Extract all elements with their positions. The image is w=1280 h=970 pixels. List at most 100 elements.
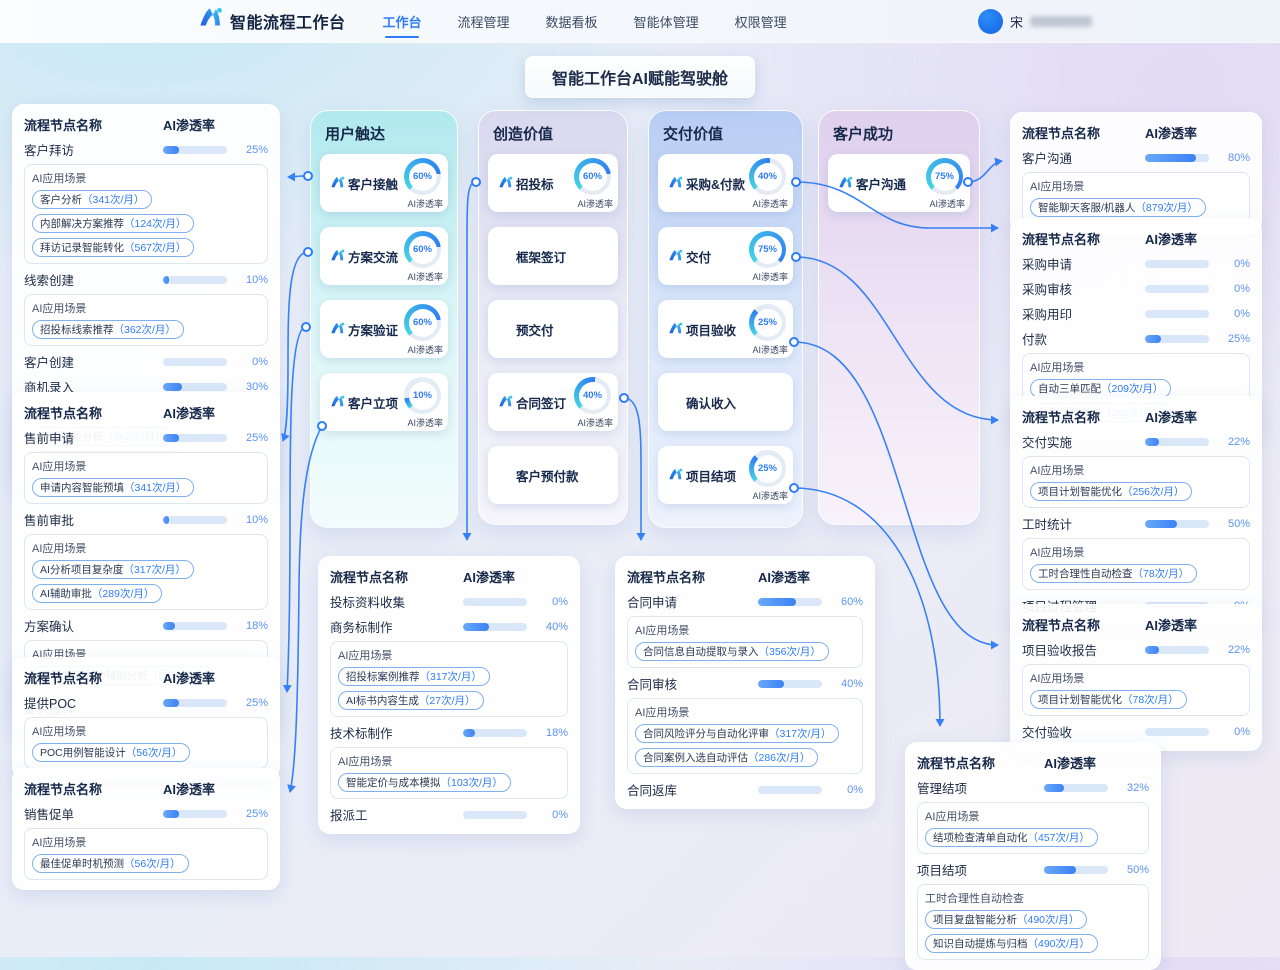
process-node-name: 客户沟通 bbox=[1022, 148, 1140, 167]
column-header-ai-rate: AI渗透率 bbox=[163, 403, 268, 422]
scenario-tag: 项目计划智能优化（256次/月） bbox=[1030, 482, 1192, 501]
nav-tab[interactable]: 数据看板 bbox=[543, 0, 601, 44]
ai-penetration-gauge: 75% bbox=[926, 158, 963, 195]
penetration-value: 60% bbox=[827, 596, 863, 608]
scenario-tag: 拜访记录智能转化（567次/月） bbox=[32, 238, 194, 257]
flow-node-card[interactable]: 客户预付款 bbox=[488, 446, 618, 504]
ai-penetration-gauge: 60% bbox=[404, 158, 441, 195]
ai-scenario-box: AI应用场景 智能聊天客服/机器人（879次/月） bbox=[1022, 172, 1250, 224]
column-header-node-name: 流程节点名称 bbox=[330, 567, 458, 586]
scenario-tag-text: 申请内容智能预填 bbox=[40, 480, 124, 495]
penetration-value: 10% bbox=[232, 274, 268, 286]
stage-title: 客户成功 bbox=[819, 111, 979, 154]
scenario-tags: 招投标案例推荐（317次/月）AI标书内容生成（27次/月） bbox=[338, 667, 560, 710]
flow-node-card[interactable]: 合同签订 40% AI渗透率 bbox=[488, 373, 618, 431]
column-header-node-name: 流程节点名称 bbox=[1022, 229, 1140, 248]
scenario-box-label: AI应用场景 bbox=[1030, 670, 1242, 686]
penetration-bar bbox=[163, 622, 227, 630]
scenario-tag-text: 智能聊天客服/机器人 bbox=[1038, 200, 1135, 215]
penetration-bar bbox=[163, 516, 227, 524]
nav-tab[interactable]: 智能体管理 bbox=[631, 0, 702, 44]
flow-node-card[interactable]: 招投标 60% AI渗透率 bbox=[488, 154, 618, 212]
ai-scenario-box: AI应用场景 合同信息自动提取与录入（356次/月） bbox=[627, 616, 863, 668]
nav-tab[interactable]: 流程管理 bbox=[455, 0, 513, 44]
penetration-bar bbox=[1145, 728, 1209, 736]
flow-node-card[interactable]: 采购&付款 40% AI渗透率 bbox=[658, 154, 793, 212]
nav-tab[interactable]: 工作台 bbox=[380, 0, 425, 44]
scenario-tag-count: （362次/月） bbox=[114, 322, 176, 337]
scenario-box-label: AI应用场景 bbox=[338, 753, 560, 769]
penetration-value: 10% bbox=[232, 514, 268, 526]
flow-node-card[interactable]: 客户沟通 75% AI渗透率 bbox=[828, 154, 970, 212]
penetration-bar-fill bbox=[163, 699, 179, 707]
penetration-value: 30% bbox=[232, 381, 268, 393]
scenario-tag-text: 内部解决方案推荐 bbox=[40, 216, 124, 231]
nav-tab[interactable]: 权限管理 bbox=[732, 0, 790, 44]
flow-node-card[interactable]: 客户立项 10% AI渗透率 bbox=[320, 373, 448, 431]
flow-node-card[interactable]: 项目验收 25% AI渗透率 bbox=[658, 300, 793, 358]
flow-node-card[interactable]: 方案交流 60% AI渗透率 bbox=[320, 227, 448, 285]
stage-node-list: 招投标 60% AI渗透率 框架签订 预交付 bbox=[479, 154, 627, 504]
gauge-value: 25% bbox=[754, 455, 782, 483]
penetration-value: 0% bbox=[1214, 308, 1250, 320]
penetration-bar-fill bbox=[1145, 154, 1196, 162]
penetration-bar-fill bbox=[163, 383, 182, 391]
process-node-name: 项目结项 bbox=[917, 860, 1039, 879]
avatar bbox=[978, 9, 1003, 34]
penetration-bar-fill bbox=[1145, 438, 1159, 446]
column-header-ai-rate: AI渗透率 bbox=[463, 567, 568, 586]
flow-node-card[interactable]: 预交付 bbox=[488, 300, 618, 358]
scenario-tags: AI分析项目复杂度（317次/月）AI辅助审批（289次/月） bbox=[32, 560, 260, 603]
scenario-tag-count: （879次/月） bbox=[1135, 200, 1197, 215]
penetration-bar bbox=[463, 811, 527, 819]
flow-node-name: 项目验收 bbox=[686, 300, 736, 358]
ai-logo-icon bbox=[498, 395, 513, 410]
gauge-label: AI渗透率 bbox=[407, 416, 443, 429]
flow-node-card[interactable]: 方案验证 60% AI渗透率 bbox=[320, 300, 448, 358]
gauge-value: 75% bbox=[931, 163, 959, 191]
scenario-tags: 项目计划智能优化（78次/月） bbox=[1030, 690, 1242, 709]
penetration-bar bbox=[163, 276, 227, 284]
penetration-bar-fill bbox=[163, 516, 169, 524]
flow-node-card[interactable]: 交付 75% AI渗透率 bbox=[658, 227, 793, 285]
detail-card: 流程节点名称 AI渗透率 管理结项32% AI应用场景 结项检查清单自动化（45… bbox=[905, 742, 1161, 970]
scenario-tag-text: 项目复盘智能分析 bbox=[933, 912, 1017, 927]
gauge-value: 75% bbox=[754, 236, 782, 264]
flow-node-name: 客户接触 bbox=[348, 154, 398, 212]
ai-logo-icon bbox=[668, 249, 683, 264]
scenario-tag: 合同信息自动提取与录入（356次/月） bbox=[635, 642, 829, 661]
penetration-bar bbox=[163, 699, 227, 707]
user-menu[interactable]: 宋 bbox=[978, 9, 1092, 34]
flow-node-card[interactable]: 项目结项 25% AI渗透率 bbox=[658, 446, 793, 504]
flow-node-card[interactable]: 确认收入 bbox=[658, 373, 793, 431]
process-node-name: 售前审批 bbox=[24, 510, 158, 529]
column-header-ai-rate: AI渗透率 bbox=[163, 779, 268, 798]
ai-penetration-gauge: 60% bbox=[404, 231, 441, 268]
scenario-tags: 合同风险评分与自动化评审（317次/月）合同案例入选自动评估（286次/月） bbox=[635, 724, 855, 767]
scenario-tag-count: （256次/月） bbox=[1122, 484, 1184, 499]
ai-scenario-box: AI应用场景 申请内容智能预填（341次/月） bbox=[24, 452, 268, 504]
scenario-tag: 项目复盘智能分析（490次/月） bbox=[925, 910, 1087, 929]
scenario-tags: 最佳促单时机预测（56次/月） bbox=[32, 854, 260, 873]
scenario-tag-text: 智能定价与成本模拟 bbox=[346, 775, 441, 790]
penetration-value: 80% bbox=[1214, 152, 1250, 164]
flow-node-card[interactable]: 框架签订 bbox=[488, 227, 618, 285]
stage-title: 交付价值 bbox=[649, 111, 802, 154]
penetration-value: 32% bbox=[1113, 782, 1149, 794]
process-node-name: 合同审核 bbox=[627, 674, 753, 693]
flow-node-card[interactable]: 客户接触 60% AI渗透率 bbox=[320, 154, 448, 212]
scenario-tag-text: 招投标线索推荐 bbox=[40, 322, 114, 337]
scenario-box-label: AI应用场景 bbox=[1030, 462, 1242, 478]
flow-node-name: 招投标 bbox=[516, 154, 554, 212]
scenario-tag-text: 结项检查清单自动化 bbox=[933, 830, 1028, 845]
stage-title: 用户触达 bbox=[311, 111, 457, 154]
column-header-node-name: 流程节点名称 bbox=[627, 567, 753, 586]
penetration-value: 25% bbox=[232, 808, 268, 820]
flow-node-name: 项目结项 bbox=[686, 446, 736, 504]
process-node-name: 线索创建 bbox=[24, 270, 158, 289]
ai-scenario-box: AI应用场景 智能定价与成本模拟（103次/月） bbox=[330, 747, 568, 799]
gauge-label: AI渗透率 bbox=[929, 197, 965, 210]
scenario-tags: 项目复盘智能分析（490次/月）知识自动提炼与归档（490次/月） bbox=[925, 910, 1141, 953]
gauge-value: 60% bbox=[579, 163, 607, 191]
gauge-value: 25% bbox=[754, 309, 782, 337]
